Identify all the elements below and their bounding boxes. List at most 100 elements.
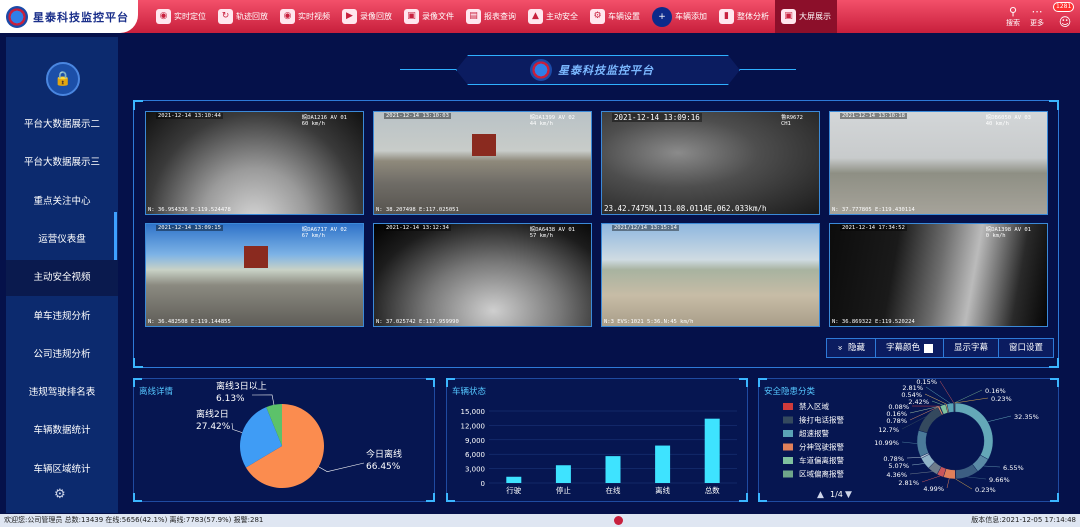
control-label: 窗口设置	[1008, 343, 1043, 353]
camera-feed[interactable]: 2021-12-14 13:10:18 皖DB6050 AV 03 40 km/h N…	[829, 111, 1048, 215]
chevron-double-down-icon: »	[834, 345, 845, 351]
sidebar-item[interactable]: 违规驾驶排名表	[6, 375, 118, 411]
report-icon: ▤	[466, 9, 481, 24]
sidebar-item[interactable]: 平台大数据展示二	[6, 107, 118, 143]
header-line-left	[400, 69, 456, 70]
sidebar-item[interactable]: 重点关注中心	[6, 184, 118, 220]
camera-gps-readout: N:3 EVS:1021 5:36.N:45 km/h	[604, 319, 694, 325]
vehicle-ahead	[244, 246, 268, 268]
panel-header-title: 星泰科技监控平台	[558, 64, 654, 77]
camera-gps-readout: N: 36.482508 E:119.144855	[148, 319, 231, 325]
camera-speed: 0 km/h	[985, 233, 1006, 239]
legend-label[interactable]: 区域偏离报警	[799, 469, 844, 479]
donut-percent-label: 0.54%	[901, 391, 922, 399]
legend-label[interactable]: 禁入区域	[799, 401, 829, 411]
donut-slice	[916, 430, 929, 457]
lock-icon[interactable]: 🔒	[46, 62, 80, 96]
notification-count-badge: 1281	[1053, 2, 1075, 12]
panel-header: 星泰科技监控平台	[530, 58, 654, 82]
legend-label[interactable]: 分神驾驶报警	[799, 442, 844, 452]
donut-slice	[918, 406, 943, 434]
legend-label[interactable]: 接打电话报警	[799, 415, 844, 425]
donut-percent-label: 32.35%	[1014, 413, 1039, 421]
sidebar-item[interactable]: 运营仪表盘	[6, 222, 118, 258]
camera-timestamp: 2021-12-14 13:12:34	[384, 225, 451, 231]
camera-feed[interactable]: 2021-12-14 13:09:16 鲁R9672 CH1 23.42.7475N,…	[601, 111, 820, 215]
search-button[interactable]: ⚲ 搜索	[1002, 0, 1024, 33]
y-tick-label: 12,000	[461, 422, 486, 430]
sidebar-item[interactable]: 车辆区域统计	[6, 452, 118, 488]
more-button[interactable]: ⋯ 更多	[1026, 0, 1048, 33]
settings-gear-icon[interactable]: ⚙	[54, 487, 66, 502]
bar	[655, 445, 671, 483]
donut-percent-label: 0.78%	[883, 455, 904, 463]
camera-gps-readout: N: 38.207498 E:117.025051	[376, 207, 459, 213]
camera-feed[interactable]: 2021-12-14 17:34:52 皖DA1398 AV 01 0 km/h N:…	[829, 223, 1048, 327]
nav-item-add-vehicle[interactable]: + 车辆添加	[646, 0, 713, 33]
legend-prev-icon[interactable]: ▲	[817, 490, 824, 500]
corner-decoration	[446, 378, 455, 387]
donut-percent-label: 0.23%	[975, 486, 996, 494]
nav-item-label: 实时视频	[298, 12, 330, 21]
gear-icon: ⚙	[590, 9, 605, 24]
legend-swatch[interactable]	[783, 470, 793, 478]
legend-swatch[interactable]	[783, 457, 793, 464]
legend-swatch[interactable]	[783, 443, 793, 451]
sidebar-item[interactable]: 公司违规分析	[6, 337, 118, 373]
app-logo[interactable]: 星泰科技监控平台	[0, 0, 138, 33]
nav-item-replay[interactable]: ▶ 录像回放	[336, 0, 398, 33]
color-swatch[interactable]	[923, 343, 933, 353]
control-window-settings-button[interactable]: 窗口设置	[997, 339, 1053, 357]
camera-speed: 44 km/h	[529, 121, 553, 127]
donut-percent-label: 0.08%	[888, 403, 909, 411]
nav-item-clapper[interactable]: ▣ 录像文件	[398, 0, 460, 33]
corner-decoration	[1049, 100, 1059, 110]
legend-swatch[interactable]	[783, 430, 793, 437]
nav-item-monitor[interactable]: ▣ 大屏展示	[775, 0, 837, 33]
brand-emblem-icon	[530, 59, 552, 81]
camera-feed[interactable]: 2021-12-14 13:12:34 皖DA6438 AV 01 57 km/h N…	[373, 223, 592, 327]
nav-item-video[interactable]: ◉ 实时视频	[274, 0, 336, 33]
camera-feed[interactable]: 2021-12-14 13:10:44 皖DA1216 AV 01 60 km/h N…	[145, 111, 364, 215]
header-line-right	[740, 69, 796, 70]
camera-timestamp: 2021-12-14 13:10:18	[840, 113, 907, 119]
nav-item-bar-chart[interactable]: ▮ 整体分析	[713, 0, 775, 33]
control-caption-color-button[interactable]: 字幕颜色	[874, 339, 943, 357]
sidebar-item[interactable]: 主动安全视频	[6, 260, 118, 297]
nav-item-gear[interactable]: ⚙ 车辆设置	[584, 0, 646, 33]
legend-next-icon[interactable]: ▼	[845, 490, 852, 500]
legend-label[interactable]: 超速报警	[799, 428, 829, 438]
donut-leader-line	[967, 476, 987, 480]
sidebar-item[interactable]: 单车违规分析	[6, 299, 118, 335]
legend-swatch[interactable]	[783, 403, 793, 410]
pie-percent: 6.13%	[216, 394, 245, 404]
camera-feed[interactable]: 2021-12-14 13:09:15 皖DA6717 AV 02 67 km/h N…	[145, 223, 364, 327]
notification-button[interactable]: 1281 ☺	[1050, 0, 1080, 33]
sidebar-item[interactable]: 车辆数据统计	[6, 413, 118, 449]
vehicle-ahead	[472, 134, 496, 156]
camera-feed[interactable]: 2021/12/14 13:15:14 N:3 EVS:1021 5:36.N:4…	[601, 223, 820, 327]
nav-item-map-pin[interactable]: ◉ 实时定位	[150, 0, 212, 33]
corner-decoration	[758, 493, 767, 502]
nav-item-label: 车辆添加	[675, 12, 707, 21]
nav-item-report[interactable]: ▤ 报表查询	[460, 0, 522, 33]
camera-plate-speed: 皖DB6050 AV 03 40 km/h	[986, 113, 1031, 127]
legend-label[interactable]: 车道偏离报警	[799, 455, 844, 465]
y-tick-label: 0	[481, 480, 485, 488]
replay-icon: ▶	[342, 9, 357, 24]
control-show-caption-button[interactable]: 显示字幕	[942, 339, 998, 357]
safety-donut-chart: 禁入区域接打电话报警超速报警分神驾驶报警车道偏离报警区域偏离报警 ▲ 1/4 ▼ 32.…	[783, 378, 1039, 500]
camera-speed: 57 km/h	[529, 233, 553, 239]
legend-swatch[interactable]	[783, 416, 793, 424]
control-hide-button[interactable]: » 隐藏	[826, 339, 875, 357]
nav-item-shield[interactable]: ▲ 主动安全	[522, 0, 584, 33]
app-title: 星泰科技监控平台	[33, 10, 129, 24]
camera-gps-readout: N: 36.954326 E:119.524478	[148, 207, 231, 213]
nav-item-track[interactable]: ↻ 轨迹回放	[212, 0, 274, 33]
camera-speed: 60 km/h	[301, 121, 325, 127]
camera-feed[interactable]: 2021-12-14 13:10:03 皖DA1399 AV 02 44 km/h N…	[373, 111, 592, 215]
camera-gps-readout: 23.42.7475N,113.08.0114E,062.033km/h	[604, 204, 767, 213]
sidebar-item[interactable]: 平台大数据展示三	[6, 145, 118, 181]
camera-speed: CH1	[780, 121, 791, 127]
camera-timestamp: 2021-12-14 13:09:15	[156, 225, 223, 231]
